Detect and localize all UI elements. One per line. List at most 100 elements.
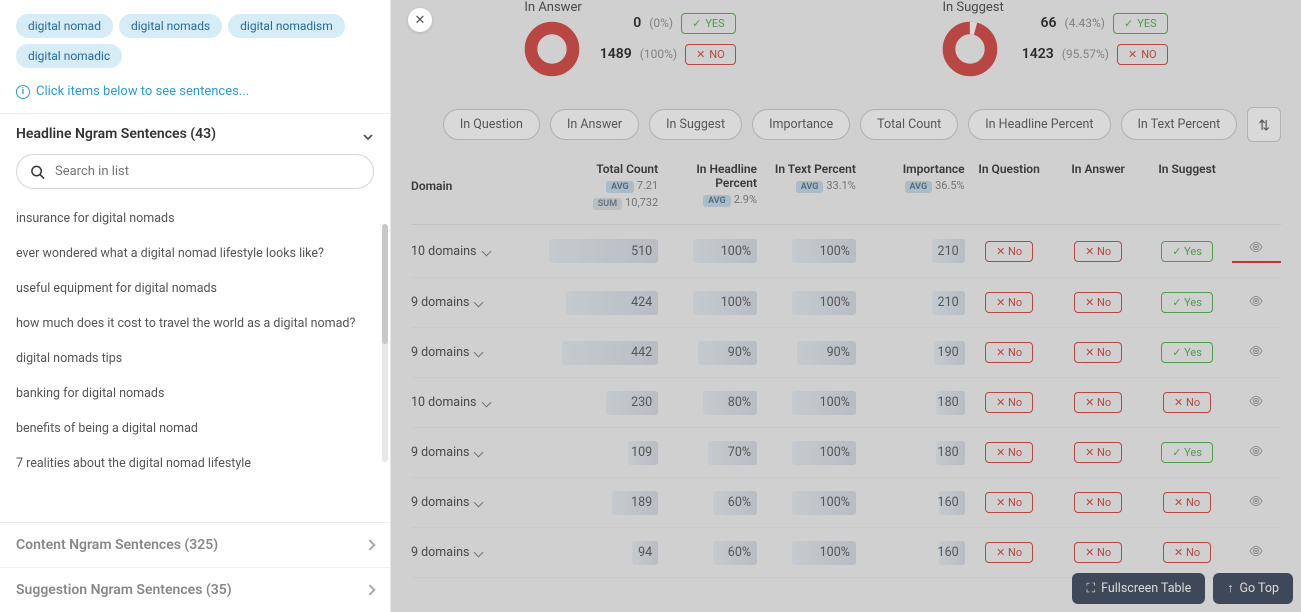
eye-icon[interactable] <box>1248 548 1264 563</box>
filter-tag[interactable]: digital nomads <box>119 14 222 38</box>
stat-yes-count: 66 <box>1041 15 1057 31</box>
stat-no-count: 1489 <box>600 46 632 62</box>
domain-cell[interactable]: 10 domains <box>411 244 549 259</box>
filter-pill[interactable]: Total Count <box>860 109 958 140</box>
text-cell: 100% <box>757 445 856 460</box>
table-row: 9 domains 424100%100%210✕ No✕ No✓ Yes <box>411 278 1281 328</box>
list-item[interactable]: 7 realities about the digital nomad life… <box>0 446 390 481</box>
question-cell: ✕ No <box>965 492 1054 513</box>
stat-title: In Suggest <box>942 0 1003 15</box>
importance-cell: 160 <box>856 545 965 560</box>
question-cell: ✕ No <box>965 392 1054 413</box>
total-cell: 230 <box>549 395 658 410</box>
main-panel: In Answer 0 (0%) ✓ YES 1489 (100%) ✕ NO <box>391 0 1301 612</box>
stat-no-pct: (100%) <box>640 47 677 61</box>
headline-section-header[interactable]: Headline Ngram Sentences (43) <box>0 113 390 154</box>
col-total: Total Count AVG7.21 SUM10,732 <box>549 162 658 210</box>
list-item[interactable]: useful equipment for digital nomads <box>0 271 390 306</box>
filter-pill[interactable]: In Text Percent <box>1121 109 1238 140</box>
filter-pill[interactable]: In Answer <box>550 109 639 140</box>
filter-tag[interactable]: digital nomad <box>16 14 113 38</box>
no-badge: ✕ No <box>985 442 1033 463</box>
no-badge: ✕ No <box>985 492 1033 513</box>
headline-cell: 80% <box>658 395 757 410</box>
eye-icon[interactable] <box>1248 244 1264 259</box>
footer-buttons: ⛶ Fullscreen Table ↑ Go Top <box>1072 573 1293 604</box>
domain-cell[interactable]: 9 domains <box>411 495 549 510</box>
question-cell: ✕ No <box>965 442 1054 463</box>
domain-cell[interactable]: 9 domains <box>411 445 549 460</box>
text-cell: 100% <box>757 495 856 510</box>
list-item[interactable]: ever wondered what a digital nomad lifes… <box>0 236 390 271</box>
list-item[interactable]: digital nomads tips <box>0 341 390 376</box>
sort-button[interactable]: ⇅ <box>1247 107 1281 142</box>
question-cell: ✕ No <box>965 542 1054 563</box>
no-badge: ✕ No <box>985 342 1033 363</box>
close-button[interactable]: ✕ <box>408 8 432 32</box>
filter-tag[interactable]: digital nomadic <box>16 44 122 68</box>
importance-cell: 180 <box>856 395 965 410</box>
list-item[interactable]: benefits of being a digital nomad <box>0 411 390 446</box>
hint-text: i Click items below to see sentences... <box>0 76 390 113</box>
filter-tag[interactable]: digital nomadism <box>228 14 345 38</box>
domain-cell[interactable]: 9 domains <box>411 295 549 310</box>
total-cell: 94 <box>549 545 658 560</box>
content-section-title: Content Ngram Sentences (325) <box>16 537 218 553</box>
text-cell: 100% <box>757 395 856 410</box>
chevron-down-icon <box>474 548 484 558</box>
filter-pill[interactable]: Importance <box>752 109 850 140</box>
no-badge: ✕ No <box>985 392 1033 413</box>
chevron-down-icon <box>474 448 484 458</box>
suggestion-section-title: Suggestion Ngram Sentences (35) <box>16 582 232 598</box>
headline-cell: 100% <box>658 295 757 310</box>
eye-cell <box>1232 293 1281 313</box>
content-section-header[interactable]: Content Ngram Sentences (325) <box>0 522 390 567</box>
eye-icon[interactable] <box>1248 398 1264 413</box>
table-header: Domain Total Count AVG7.21 SUM10,732 In … <box>411 152 1281 225</box>
no-badge: ✕ No <box>1074 292 1122 313</box>
yes-badge: ✓ YES <box>681 13 736 34</box>
domain-cell[interactable]: 9 domains <box>411 345 549 360</box>
question-cell: ✕ No <box>965 342 1054 363</box>
no-badge: ✕ NO <box>1117 44 1168 65</box>
list-item[interactable]: how much does it cost to travel the worl… <box>0 306 390 341</box>
no-badge: ✕ No <box>1074 342 1122 363</box>
headline-cell: 90% <box>658 345 757 360</box>
filter-pill[interactable]: In Headline Percent <box>968 109 1110 140</box>
gotop-button[interactable]: ↑ Go Top <box>1213 573 1293 604</box>
domain-cell[interactable]: 9 domains <box>411 545 549 560</box>
fullscreen-button[interactable]: ⛶ Fullscreen Table <box>1072 573 1205 604</box>
importance-cell: 160 <box>856 495 965 510</box>
eye-icon[interactable] <box>1248 498 1264 513</box>
suggestion-section-header[interactable]: Suggestion Ngram Sentences (35) <box>0 567 390 612</box>
list-item[interactable]: banking for digital nomads <box>0 376 390 411</box>
sentence-list: insurance for digital nomadsever wondere… <box>0 201 390 522</box>
table-row: 9 domains 10970%100%180✕ No✕ No✓ Yes <box>411 428 1281 478</box>
total-cell: 424 <box>549 295 658 310</box>
chevron-right-icon <box>364 584 375 595</box>
list-item[interactable]: insurance for digital nomads <box>0 201 390 236</box>
stats-row: In Answer 0 (0%) ✓ YES 1489 (100%) ✕ NO <box>391 0 1301 97</box>
eye-icon[interactable] <box>1248 298 1264 313</box>
filter-row: In Question In Answer In Suggest Importance… <box>391 97 1301 152</box>
search-input[interactable] <box>16 154 374 189</box>
eye-icon[interactable] <box>1248 348 1264 363</box>
yes-badge: ✓ Yes <box>1161 442 1213 463</box>
stat-no-count: 1423 <box>1022 46 1054 62</box>
suggest-cell: ✕ No <box>1143 542 1232 563</box>
domain-cell[interactable]: 10 domains <box>411 395 549 410</box>
col-text-pct: In Text Percent AVG33.1% <box>757 162 856 210</box>
filter-pill[interactable]: In Suggest <box>649 109 742 140</box>
suggest-cell: ✓ Yes <box>1143 342 1232 363</box>
no-badge: ✕ No <box>1163 542 1211 563</box>
scrollbar-thumb[interactable] <box>382 224 388 344</box>
col-answer: In Answer <box>1054 162 1143 210</box>
eye-icon[interactable] <box>1248 448 1264 463</box>
filter-pill[interactable]: In Question <box>443 109 540 140</box>
question-cell: ✕ No <box>965 292 1054 313</box>
stat-yes-pct: (4.43%) <box>1065 16 1105 30</box>
chevron-down-icon <box>481 398 491 408</box>
donut-chart-answer <box>524 21 580 77</box>
chevron-down-icon <box>474 498 484 508</box>
text-cell: 90% <box>757 345 856 360</box>
